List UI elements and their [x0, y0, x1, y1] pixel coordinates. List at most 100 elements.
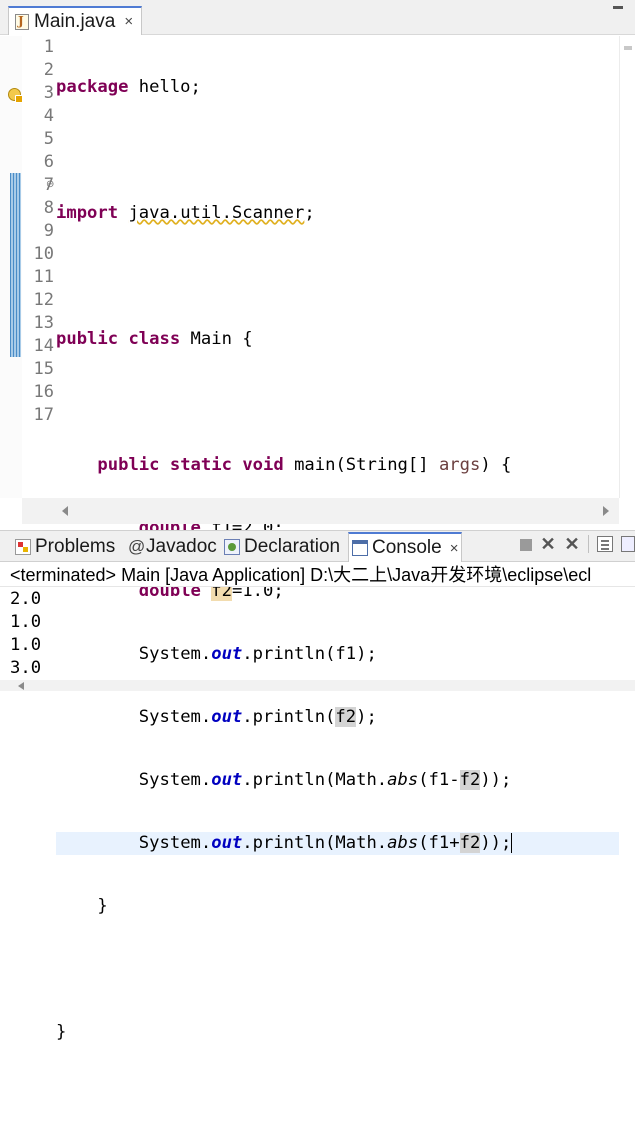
close-icon[interactable]: ×: [450, 540, 459, 557]
minimize-icon[interactable]: [613, 6, 623, 9]
static-method: abs: [387, 833, 419, 853]
variable-occurrence: f2: [459, 833, 481, 853]
tab-label: Javadoc: [146, 536, 217, 557]
code-line-14: }: [56, 895, 619, 918]
keyword: public: [56, 329, 119, 349]
line-number: 15: [33, 359, 54, 379]
quick-diff-change-bar: [10, 173, 21, 357]
line-number: 2: [43, 60, 54, 80]
line-number: 14: [33, 336, 54, 356]
parameter: args: [438, 455, 481, 475]
tab-javadoc[interactable]: @ Javadoc: [125, 532, 220, 562]
text-caret: [511, 833, 513, 853]
line-number: 5: [43, 129, 54, 149]
line-number: 1: [43, 37, 54, 57]
code-line-12: System.out.println(Math.abs(f1-f2));: [56, 769, 619, 792]
remove-all-terminated-icon[interactable]: ✕: [564, 535, 580, 553]
code-line-1: package hello;: [56, 76, 619, 99]
static-field: out: [211, 770, 243, 790]
code-line-3: import java.util.Scanner;: [56, 202, 619, 225]
toolbar-separator: [588, 535, 589, 553]
scroll-lock-icon[interactable]: [597, 536, 613, 552]
tab-label: Problems: [35, 536, 116, 557]
code-token: }: [56, 1022, 67, 1042]
code-token: System.: [138, 707, 212, 727]
line-number: 9: [43, 221, 54, 241]
code-line-16: }: [56, 1021, 619, 1044]
tab-label: Declaration: [244, 536, 341, 557]
code-token: System.: [138, 770, 212, 790]
keyword: import: [56, 203, 119, 223]
code-token: Main {: [180, 329, 253, 349]
problems-icon: [15, 539, 31, 555]
word-wrap-icon[interactable]: [621, 536, 635, 552]
code-token: (f1-: [418, 770, 460, 790]
code-token: .println(Math.: [242, 770, 388, 790]
line-number: 16: [33, 382, 54, 402]
tab-declaration[interactable]: Declaration: [221, 532, 343, 562]
console-output-line: 3.0: [10, 658, 42, 678]
code-token: ));: [480, 833, 512, 853]
static-field: out: [211, 833, 243, 853]
warning-lightbulb-icon[interactable]: [8, 88, 23, 103]
console-output-line: 1.0: [10, 635, 42, 655]
variable-occurrence: f2: [459, 770, 481, 790]
code-token: );: [356, 644, 377, 664]
view-tab-bar: Problems @ Javadoc Declaration Console ×…: [0, 530, 635, 562]
line-number: 8: [43, 198, 54, 218]
editor-horizontal-scrollbar[interactable]: [22, 498, 619, 524]
tab-console[interactable]: Console ×: [348, 532, 463, 562]
static-field: out: [211, 707, 243, 727]
line-number: 12: [33, 290, 54, 310]
console-horizontal-scrollbar[interactable]: [0, 680, 635, 691]
close-icon[interactable]: ×: [124, 13, 133, 30]
code-text[interactable]: package hello; import java.util.Scanner;…: [56, 36, 619, 1147]
keyword: public: [97, 455, 160, 475]
variable: f1: [335, 644, 357, 664]
code-line-11: System.out.println(f2);: [56, 706, 619, 729]
line-number: 11: [33, 267, 54, 287]
variable-occurrence: f2: [335, 707, 357, 727]
console-output-line: 1.0: [10, 612, 42, 632]
keyword: package: [56, 77, 129, 97]
static-field: out: [211, 644, 243, 664]
console-process-status: <terminated> Main [Java Application] D:\…: [0, 563, 635, 587]
at-icon: @: [128, 537, 146, 556]
line-number: 17: [33, 405, 54, 425]
code-line-13: System.out.println(Math.abs(f1+f2));: [56, 832, 619, 855]
code-token: .println(: [242, 644, 336, 664]
code-editor[interactable]: 1 2 3 4 5 6 7 8 9 10 11 12 13 14 15 16 1…: [0, 36, 635, 1042]
fold-collapse-icon[interactable]: ⊖: [46, 179, 54, 190]
scroll-left-icon[interactable]: [18, 682, 24, 690]
overview-ruler[interactable]: [619, 36, 635, 498]
code-token: .println(: [242, 707, 336, 727]
line-number: 13: [33, 313, 54, 333]
overview-annotation-mark[interactable]: [624, 46, 632, 50]
line-number-ruler: 1 2 3 4 5 6 7 8 9 10 11 12 13 14 15 16 1…: [22, 36, 54, 427]
editor-tab-label: Main.java: [34, 10, 116, 32]
code-token: (f1+: [418, 833, 460, 853]
editor-tab-main-java[interactable]: Main.java ×: [8, 6, 143, 35]
tab-label: Console: [372, 537, 442, 558]
code-line-7: public static void main(String[] args) {: [56, 454, 619, 477]
scroll-right-icon[interactable]: [603, 506, 609, 516]
scroll-left-icon[interactable]: [62, 506, 68, 516]
editor-tab-bar: Main.java ×: [0, 0, 635, 35]
code-token: }: [97, 896, 108, 916]
code-line-10: System.out.println(f1);: [56, 643, 619, 666]
remove-launch-icon[interactable]: ✕: [540, 535, 556, 553]
tab-problems[interactable]: Problems: [12, 532, 118, 562]
code-token: ;: [304, 203, 315, 223]
console-icon: [352, 540, 368, 556]
declaration-icon: [224, 539, 240, 555]
code-token: System.: [138, 833, 212, 853]
keyword: static: [169, 455, 232, 475]
console-output[interactable]: 2.0 1.0 1.0 3.0: [10, 588, 41, 680]
console-toolbar: ✕ ✕: [520, 535, 635, 553]
terminate-icon[interactable]: [520, 539, 532, 551]
java-file-icon: [15, 13, 29, 30]
code-token: .println(Math.: [242, 833, 388, 853]
